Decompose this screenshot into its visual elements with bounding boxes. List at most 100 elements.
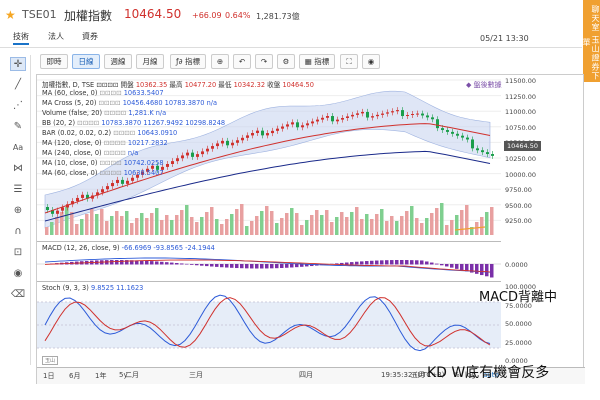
indicator-controls[interactable]: ⊡⊡⊡⊡ (97, 159, 123, 167)
indicator-row[interactable]: BAR (0.02, 0.02, 0.2) ⊡⊡⊡⊡ 10643.0910 (42, 129, 177, 137)
volume-bar (125, 211, 129, 235)
snapshot-button[interactable]: ◉ (362, 54, 380, 69)
volume-bar (380, 209, 384, 235)
indicator-controls[interactable]: ⊡⊡⊡⊡ (102, 109, 128, 117)
realtime-button[interactable]: 即時 (40, 54, 68, 69)
macd-histogram-bar (200, 264, 204, 266)
chatroom-broker-banner[interactable]: 聊天室 玉山證券下單 (582, 0, 600, 82)
indicator-controls[interactable]: ⊡⊡⊡⊡ (96, 99, 122, 107)
tab-technical[interactable]: 技術 (13, 31, 29, 45)
fib-retracement-icon[interactable]: ☰ (10, 183, 26, 197)
macd-histogram-bar (385, 260, 389, 265)
candle-body (411, 114, 414, 115)
indicator-controls[interactable]: ⊡⊡⊡⊡ (111, 129, 137, 137)
redo-button[interactable]: ↷ (255, 54, 273, 69)
indicator-value: 10638.5407 (123, 169, 164, 177)
tab-margin[interactable]: 資券 (82, 31, 98, 42)
indicator-label: MA Cross (5, 20) (42, 99, 97, 107)
indicator-row[interactable]: MA (240, close, 0) ⊡⊡⊡⊡ n/a (42, 149, 138, 157)
volume-bar (195, 222, 199, 235)
month-label: 三月 (189, 371, 203, 379)
range-6m-button[interactable]: 6月 (69, 371, 80, 381)
indicator-row[interactable]: MA (120, close, 0) ⊡⊡⊡⊡ 10217.2832 (42, 139, 168, 147)
candle-body (221, 140, 224, 144)
brush-icon[interactable]: ✎ (10, 120, 26, 134)
symbol-name: 加權指數 (64, 9, 113, 23)
candle-body (376, 114, 379, 117)
favorite-star-icon[interactable]: ★ (5, 8, 16, 22)
chart-container[interactable]: 加權指數, D, TSE ⊡⊡⊡⊡ 開盤 10362.35 最高 10477.2… (36, 74, 585, 384)
indicator-value: 10742.0258 (123, 159, 164, 167)
crosshair-icon[interactable]: ✛ (10, 57, 26, 71)
candle-body (196, 154, 199, 157)
candle-body (446, 130, 449, 132)
volume-bar (215, 219, 219, 235)
indicator-row[interactable]: MA (60, close, 0) ⊡⊡⊡⊡ 10638.5407 (42, 169, 164, 177)
eye-icon[interactable]: ◉ (10, 267, 26, 281)
macd-histogram-bar (280, 264, 284, 268)
after-hours-legend[interactable]: ◆ 盤後數據 (466, 80, 502, 90)
indicator-row[interactable]: MA Cross (5, 20) ⊡⊡⊡⊡ 10456.4680 10783.3… (42, 99, 217, 107)
candle-body (241, 137, 244, 141)
candle-body (476, 148, 479, 151)
indicator-button[interactable]: ƒ∂ 指標 (170, 54, 206, 69)
gear-icon: ⚙ (282, 57, 290, 66)
candle-body (341, 117, 344, 120)
candle-body (266, 133, 269, 136)
trendline-icon[interactable]: ╱ (10, 78, 26, 92)
magnet-icon[interactable]: ∩ (10, 225, 26, 239)
candle-body (281, 126, 284, 129)
daily-button[interactable]: 日線 (72, 54, 100, 69)
macd-histogram-bar (230, 264, 234, 268)
zoom-icon[interactable]: ⊕ (10, 204, 26, 218)
candle-body (471, 139, 474, 149)
indicator-value: 10643.0910 (137, 129, 178, 137)
text-icon[interactable]: Aa (10, 141, 26, 155)
indicator-controls[interactable]: ⊡⊡⊡⊡ (75, 119, 101, 127)
macd-histogram-bar (485, 264, 489, 277)
indicator-controls[interactable]: ⊡⊡⊡⊡ (97, 89, 123, 97)
indicator-label: BAR (0.02, 0.02, 0.2) (42, 129, 112, 137)
pattern-icon[interactable]: ⋈ (10, 162, 26, 176)
indicator-controls[interactable]: ⊡⊡⊡⊡ (102, 139, 128, 147)
volume-bar (110, 216, 114, 235)
range-1d-button[interactable]: 1日 (43, 371, 54, 381)
indicator-controls[interactable]: ⊡⊡⊡⊡ (102, 149, 128, 157)
trade-volume: 1,281.73億 (256, 12, 300, 21)
candle-body (426, 115, 429, 118)
compare-button[interactable]: ⊕ (211, 54, 229, 69)
trash-icon[interactable]: ⌫ (10, 288, 26, 302)
volume-bar (170, 220, 174, 235)
monthly-button[interactable]: 月線 (136, 54, 164, 69)
weekly-button[interactable]: 週線 (104, 54, 132, 69)
stoch-pane[interactable]: Stoch (9, 3, 3) 9.8525 11.1623 玉山 (37, 281, 501, 367)
macd-histogram-bar (425, 261, 429, 265)
volume-bar (185, 205, 189, 235)
indicator-row[interactable]: Volume (false, 20) ⊡⊡⊡⊡ 1,281.K n/a (42, 109, 166, 117)
undo-button[interactable]: ↶ (233, 54, 251, 69)
fibonacci-icon[interactable]: ⋰ (10, 99, 26, 113)
indicator-row[interactable]: MA (10, close, 0) ⊡⊡⊡⊡ 10742.0258 (42, 159, 164, 167)
price-change: +66.09 (192, 11, 222, 20)
price-pane[interactable]: 加權指數, D, TSE ⊡⊡⊡⊡ 開盤 10362.35 最高 10477.2… (37, 75, 501, 241)
macd-histogram-bar (475, 264, 479, 274)
indicator-row[interactable]: BB (20, 2) ⊡⊡⊡⊡ 10783.3870 11267.9492 10… (42, 119, 225, 127)
volume-bar (315, 210, 319, 235)
candle-body (391, 111, 394, 113)
tab-institutional[interactable]: 法人 (48, 31, 64, 42)
macd-histogram-bar (450, 264, 454, 268)
fullscreen-button[interactable]: ⛶ (340, 54, 358, 69)
indicator-row[interactable]: MA (60, close, 0) ⊡⊡⊡⊡ 10633.5407 (42, 89, 164, 97)
settings-button[interactable]: ⚙ (277, 54, 295, 69)
macd-pane[interactable]: MACD (12, 26, close, 9) -66.6969 -93.856… (37, 241, 501, 281)
stoch-chart[interactable] (37, 282, 501, 368)
legend-button-group[interactable]: ⊡⊡⊡⊡ (96, 81, 118, 89)
indicator-template-button[interactable]: ▦ 指標 (299, 54, 335, 69)
candle-body (121, 179, 124, 184)
volume-bar (385, 221, 389, 235)
lock-icon[interactable]: ⊡ (10, 246, 26, 260)
indicator-controls[interactable]: ⊡⊡⊡⊡ (97, 169, 123, 177)
indicator-label: MA (240, close, 0) (42, 149, 102, 157)
candle-body (301, 125, 304, 128)
range-1y-button[interactable]: 1年 (95, 371, 106, 381)
